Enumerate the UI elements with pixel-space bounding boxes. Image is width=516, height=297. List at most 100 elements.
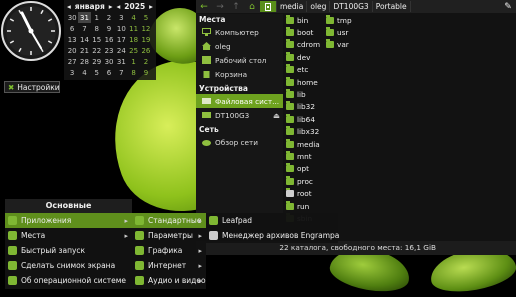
menu-item-quick-launch[interactable]: Быстрый запуск <box>5 243 132 258</box>
calendar-day[interactable]: 1 <box>91 12 103 23</box>
back-icon[interactable]: ← <box>196 0 212 13</box>
calendar-day[interactable]: 22 <box>91 45 103 56</box>
calendar-day[interactable]: 14 <box>78 34 90 45</box>
folder-item[interactable]: boot <box>286 26 320 38</box>
menu-item-graphics[interactable]: Графика ▸ <box>132 243 206 258</box>
menu-item-internet[interactable]: Интернет ▸ <box>132 258 206 273</box>
menu-item-leafpad[interactable]: Leafpad <box>206 213 338 228</box>
calendar-day[interactable]: 11 <box>127 23 139 34</box>
calendar-day[interactable]: 29 <box>91 56 103 67</box>
folder-item[interactable]: opt <box>286 163 320 175</box>
menu-item-applications[interactable]: Приложения ▸ <box>5 213 132 228</box>
calendar-day[interactable]: 3 <box>115 12 127 23</box>
up-icon[interactable]: ↑ <box>228 0 244 13</box>
prev-year-icon[interactable]: ◂ <box>117 2 121 11</box>
folder-item[interactable]: run <box>286 200 320 212</box>
home-icon[interactable]: ⌂ <box>244 0 260 13</box>
breadcrumb-media[interactable]: media <box>277 1 308 12</box>
sidebar-item-desktop[interactable]: Рабочий стол <box>196 53 283 67</box>
calendar-day[interactable]: 19 <box>140 34 152 45</box>
prev-month-icon[interactable]: ◂ <box>67 2 71 11</box>
calendar-day[interactable]: 2 <box>140 56 152 67</box>
calendar-day[interactable]: 9 <box>140 67 152 78</box>
calendar-day[interactable]: 21 <box>78 45 90 56</box>
folder-item[interactable]: dev <box>286 51 320 63</box>
folder-item[interactable]: media <box>286 138 320 150</box>
calendar-day[interactable]: 8 <box>127 67 139 78</box>
next-month-icon[interactable]: ▸ <box>109 2 113 11</box>
calendar-day[interactable]: 23 <box>103 45 115 56</box>
folder-item[interactable]: mnt <box>286 150 320 162</box>
calendar-day[interactable]: 8 <box>91 23 103 34</box>
calendar-day[interactable]: 1 <box>127 56 139 67</box>
calendar-day[interactable]: 5 <box>91 67 103 78</box>
menu-item-about[interactable]: Об операционной системе <box>5 273 132 288</box>
calendar-day[interactable]: 25 <box>127 45 139 56</box>
calendar-day[interactable]: 17 <box>115 34 127 45</box>
sidebar-item-label: DT100G3 <box>215 110 250 120</box>
eject-icon[interactable]: ⏏ <box>273 111 280 120</box>
sidebar-item-network[interactable]: Обзор сети <box>196 135 283 149</box>
calendar-day[interactable]: 30 <box>66 12 78 23</box>
calendar-day[interactable]: 27 <box>66 56 78 67</box>
calendar-day[interactable]: 7 <box>78 23 90 34</box>
folder-item[interactable]: cdrom <box>286 39 320 51</box>
calendar-day[interactable]: 6 <box>66 23 78 34</box>
forward-icon[interactable]: → <box>212 0 228 13</box>
calendar-day[interactable]: 2 <box>103 12 115 23</box>
edit-path-icon[interactable]: ✎ <box>500 0 516 13</box>
next-year-icon[interactable]: ▸ <box>149 2 153 11</box>
breadcrumb-oleg[interactable]: oleg <box>307 1 331 12</box>
folder-item[interactable]: tmp <box>326 14 352 26</box>
folder-item[interactable]: var <box>326 39 352 51</box>
menu-item-places[interactable]: Места ▸ <box>5 228 132 243</box>
folder-item[interactable]: bin <box>286 14 320 26</box>
settings-button[interactable]: ✖ Настройки <box>4 81 60 93</box>
calendar-day[interactable]: 7 <box>115 67 127 78</box>
menu-item-audio-video[interactable]: Аудио и видео ▸ <box>132 273 206 288</box>
calendar-day[interactable]: 12 <box>140 23 152 34</box>
calendar-day[interactable]: 15 <box>91 34 103 45</box>
menu-item-screenshot[interactable]: Сделать снимок экрана <box>5 258 132 273</box>
calendar-day[interactable]: 24 <box>115 45 127 56</box>
sidebar-item-trash[interactable]: Корзина <box>196 67 283 81</box>
drive-icon <box>202 98 211 104</box>
calendar-day[interactable]: 31 <box>115 56 127 67</box>
folder-item[interactable]: libx32 <box>286 126 320 138</box>
calendar-day[interactable]: 5 <box>140 12 152 23</box>
menu-item-settings[interactable]: Параметры ▸ <box>132 228 206 243</box>
calendar-day[interactable]: 26 <box>140 45 152 56</box>
folder-item[interactable]: home <box>286 76 320 88</box>
calendar-day[interactable]: 13 <box>66 34 78 45</box>
sidebar-item-home[interactable]: oleg <box>196 39 283 53</box>
calendar-day[interactable]: 4 <box>78 67 90 78</box>
folder-item[interactable]: etc <box>286 64 320 76</box>
calendar-day[interactable]: 31 <box>78 12 91 23</box>
calendar-day[interactable]: 20 <box>66 45 78 56</box>
calendar-day[interactable]: 10 <box>115 23 127 34</box>
sidebar-item-filesystem[interactable]: Файловая сист... <box>196 94 283 108</box>
folder-item[interactable]: root <box>286 187 320 199</box>
folder-item[interactable]: lib32 <box>286 101 320 113</box>
breadcrumb-dt100g3[interactable]: DT100G3 <box>330 1 373 12</box>
folder-item[interactable]: proc <box>286 175 320 187</box>
folder-icon <box>286 200 294 210</box>
sidebar-item-dt100g3[interactable]: DT100G3 ⏏ <box>196 108 283 122</box>
folder-item[interactable]: lib64 <box>286 113 320 125</box>
drive-icon[interactable] <box>260 1 277 12</box>
calendar-day[interactable]: 28 <box>78 56 90 67</box>
menu-item-standard[interactable]: Стандартные ▸ <box>132 213 206 228</box>
calendar-day[interactable]: 9 <box>103 23 115 34</box>
calendar-day[interactable]: 16 <box>103 34 115 45</box>
calendar-day[interactable]: 18 <box>127 34 139 45</box>
folder-item[interactable]: usr <box>326 26 352 38</box>
menu-item-engrampa[interactable]: Менеджер архивов Engrampa <box>206 228 339 243</box>
breadcrumb-portable[interactable]: Portable <box>373 1 411 12</box>
calendar-day[interactable]: 4 <box>127 12 139 23</box>
calendar-day[interactable]: 30 <box>103 56 115 67</box>
analog-clock <box>0 0 62 62</box>
calendar-day[interactable]: 6 <box>103 67 115 78</box>
folder-item[interactable]: lib <box>286 88 320 100</box>
sidebar-item-computer[interactable]: Компьютер <box>196 25 283 39</box>
calendar-day[interactable]: 3 <box>66 67 78 78</box>
